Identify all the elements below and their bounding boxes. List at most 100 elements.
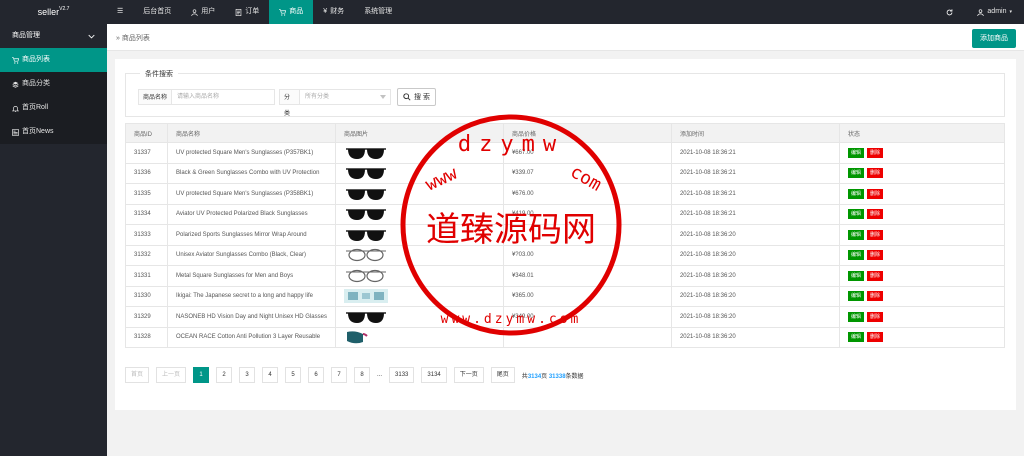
column-header-status: 状态: [838, 123, 1006, 143]
category-select-value: 所有分类: [305, 94, 330, 100]
cell-name: UV protected Square Men's Sunglasses (P3…: [167, 183, 336, 205]
nav-item-users[interactable]: 用户: [181, 0, 225, 24]
delete-button[interactable]: 删除: [866, 229, 883, 240]
cell-name: Ikigai: The Japanese secret to a long an…: [167, 285, 336, 307]
page-button-3[interactable]: 3: [239, 367, 256, 383]
sidebar-item-product-list[interactable]: 商品列表: [0, 48, 107, 72]
cell-price: ¥348.01: [502, 265, 672, 287]
app-version: V2.7: [59, 6, 70, 12]
nav-item-finance[interactable]: ¥ 财务: [313, 0, 354, 24]
cell-name: Unisex Aviator Sunglasses Combo (Black, …: [167, 244, 336, 266]
nav-item-orders[interactable]: 订单: [225, 0, 269, 24]
edit-button[interactable]: 编辑: [847, 147, 864, 158]
column-header-price: 商品价格: [502, 123, 672, 143]
sidebar-item-home-news[interactable]: 首页News: [0, 120, 107, 144]
page-button-2[interactable]: 2: [216, 367, 233, 383]
table-row: 31336 Black & Green Sunglasses Combo with…: [125, 162, 1006, 184]
nav-label: 财务: [330, 8, 345, 15]
nav-item-home[interactable]: 后台首页: [133, 0, 181, 24]
page-button-6[interactable]: 6: [308, 367, 325, 383]
nav-label: 用户: [201, 8, 216, 15]
nav-label: 订单: [245, 8, 260, 15]
cell-price: ¥365.00: [502, 285, 672, 307]
nav-label: 商品: [289, 8, 304, 15]
breadcrumb-current[interactable]: 商品列表: [122, 35, 150, 42]
page-button-3133[interactable]: 3133: [389, 367, 415, 383]
product-thumbnail: [344, 206, 495, 222]
cell-id: 31329: [125, 306, 168, 328]
search-button-label: 搜 索: [414, 94, 430, 101]
next-page-button[interactable]: 下一页: [453, 367, 484, 383]
search-icon: [403, 93, 411, 101]
bell-icon: [12, 105, 19, 112]
delete-button[interactable]: 删除: [866, 332, 883, 343]
cell-image: [334, 224, 504, 246]
cell-image: [334, 326, 504, 348]
delete-button[interactable]: 删除: [866, 270, 883, 281]
last-page-button[interactable]: 尾页: [490, 367, 515, 383]
product-thumbnail: [344, 227, 495, 243]
prev-page-button[interactable]: 上一页: [156, 367, 187, 383]
page-button-7[interactable]: 7: [331, 367, 348, 383]
edit-button[interactable]: 编辑: [847, 270, 864, 281]
cell-id: 31333: [125, 224, 168, 246]
cell-name: Polarized Sports Sunglasses Mirror Wrap …: [167, 224, 336, 246]
menu-toggle-button[interactable]: ☰: [107, 0, 133, 24]
delete-button[interactable]: 删除: [866, 291, 883, 302]
sidebar-item-product-category[interactable]: 商品分类: [0, 72, 107, 96]
product-name-label: 商品名称: [138, 89, 172, 105]
page-button-3134[interactable]: 3134: [421, 367, 447, 383]
edit-button[interactable]: 编辑: [847, 250, 864, 261]
page-button-8[interactable]: 8: [354, 367, 371, 383]
cell-status: 编辑 删除: [838, 224, 1006, 246]
product-thumbnail: [343, 288, 495, 304]
page-button-1[interactable]: 1: [193, 367, 210, 383]
pagination: 首页 上一页 1 2 3 4 5 6 7 8 ... 3133 3134 下一页…: [125, 367, 584, 383]
delete-button[interactable]: 删除: [866, 209, 883, 220]
sidebar-group-label: 商品管理: [12, 32, 40, 39]
page-button-5[interactable]: 5: [285, 367, 302, 383]
sidebar-group-header[interactable]: 商品管理: [0, 24, 107, 48]
edit-button[interactable]: 编辑: [847, 209, 864, 220]
pagination-ellipsis: ...: [377, 372, 383, 378]
cell-image: [334, 285, 504, 307]
nav-item-system[interactable]: 系统管理: [354, 0, 402, 24]
nav-item-products[interactable]: 商品: [269, 0, 314, 24]
cell-time: 2021-10-08 18:36:21: [670, 162, 840, 184]
cell-price: ¥667.00: [502, 142, 672, 164]
cell-name: Aviator UV Protected Polarized Black Sun…: [167, 203, 336, 225]
category-select[interactable]: 所有分类: [299, 89, 391, 105]
nav-label: 系统管理: [364, 8, 393, 15]
search-button[interactable]: 搜 索: [397, 88, 436, 106]
product-name-input[interactable]: 请输入商品名称: [171, 89, 275, 105]
sidebar-item-home-roll[interactable]: 首页Roll: [0, 96, 107, 120]
delete-button[interactable]: 删除: [866, 311, 883, 322]
delete-button[interactable]: 删除: [866, 168, 883, 179]
delete-button[interactable]: 删除: [866, 188, 883, 199]
add-product-button[interactable]: 添加商品: [972, 29, 1016, 48]
edit-button[interactable]: 编辑: [847, 311, 864, 322]
edit-button[interactable]: 编辑: [847, 229, 864, 240]
edit-button[interactable]: 编辑: [847, 188, 864, 199]
cart-icon: [279, 8, 287, 16]
table-row: 31331 Metal Square Sunglasses for Men and…: [125, 265, 1006, 287]
info-suffix: 条数据: [565, 373, 584, 380]
product-thumbnail: [344, 145, 495, 161]
app-logo[interactable]: sellerV2.7: [0, 0, 107, 24]
delete-button[interactable]: 删除: [866, 147, 883, 158]
admin-menu[interactable]: admin ▾: [965, 0, 1024, 24]
edit-button[interactable]: 编辑: [847, 168, 864, 179]
cell-name: Black & Green Sunglasses Combo with UV P…: [167, 162, 336, 184]
chevron-down-icon: [88, 34, 95, 39]
edit-button[interactable]: 编辑: [847, 291, 864, 302]
refresh-button[interactable]: [934, 0, 965, 24]
sidebar-item-label: 商品列表: [22, 56, 50, 63]
first-page-button[interactable]: 首页: [125, 367, 150, 383]
cell-id: 31335: [125, 183, 168, 205]
page-button-4[interactable]: 4: [262, 367, 279, 383]
cell-image: [334, 183, 504, 205]
sidebar-item-label: 首页News: [22, 128, 54, 135]
delete-button[interactable]: 删除: [866, 250, 883, 261]
edit-button[interactable]: 编辑: [847, 332, 864, 343]
breadcrumb-bar: » 商品列表 添加商品: [107, 24, 1024, 51]
